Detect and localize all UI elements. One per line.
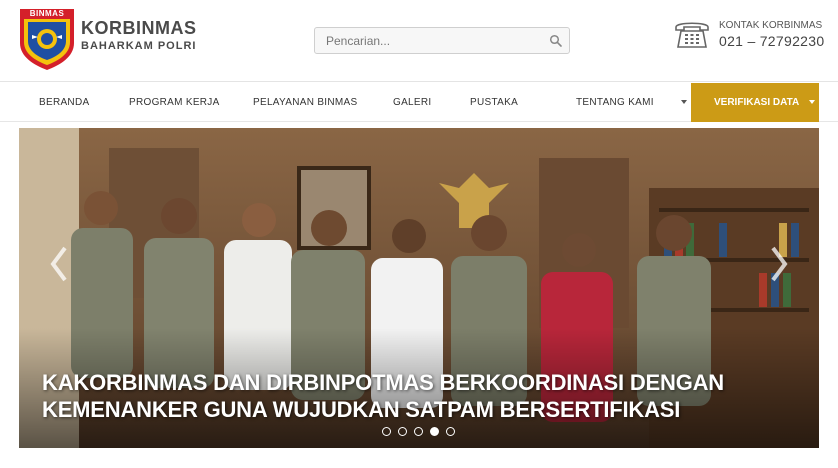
nav-item-beranda[interactable]: BERANDA xyxy=(39,83,89,122)
hero-slider[interactable]: KAKORBINMAS DAN DIRBINPOTMAS BERKOORDINA… xyxy=(19,128,819,448)
slide-caption[interactable]: KAKORBINMAS DAN DIRBINPOTMAS BERKOORDINA… xyxy=(42,369,782,423)
nav-item-galeri[interactable]: GALERI xyxy=(393,83,431,122)
slide-caption-line: KEMENANKER GUNA WUJUDKAN SATPAM BERSERTI… xyxy=(42,397,681,422)
binmas-logo[interactable]: BINMAS xyxy=(18,7,76,71)
site-title[interactable]: KORBINMAS xyxy=(81,18,197,39)
search-icon[interactable] xyxy=(549,34,563,48)
slide-indicator-dot[interactable] xyxy=(382,427,391,436)
chevron-left-icon[interactable] xyxy=(47,244,71,284)
contact-label: KONTAK KORBINMAS xyxy=(719,20,823,31)
chevron-down-icon xyxy=(809,100,815,104)
nav-item-tentang-kami[interactable]: TENTANG KAMI xyxy=(576,83,654,122)
verifikasi-data-label: VERIFIKASI DATA xyxy=(714,97,800,108)
main-nav: BERANDA PROGRAM KERJA PELAYANAN BINMAS G… xyxy=(0,83,838,122)
nav-item-pelayanan-binmas[interactable]: PELAYANAN BINMAS xyxy=(253,83,357,122)
contact-phone[interactable]: 021 – 72792230 xyxy=(719,33,824,49)
slide-indicator-dot[interactable] xyxy=(414,427,423,436)
verifikasi-data-button[interactable]: VERIFIKASI DATA xyxy=(691,83,819,122)
search-input[interactable] xyxy=(315,28,541,53)
chevron-right-icon[interactable] xyxy=(767,244,791,284)
chevron-down-icon[interactable] xyxy=(681,100,687,104)
slide-caption-line: KAKORBINMAS DAN DIRBINPOTMAS BERKOORDINA… xyxy=(42,370,724,395)
site-subtitle: BAHARKAM POLRI xyxy=(81,40,197,52)
slide-indicator-dot[interactable] xyxy=(430,427,439,436)
nav-item-program-kerja[interactable]: PROGRAM KERJA xyxy=(129,83,220,122)
slide-indicator-dot[interactable] xyxy=(446,427,455,436)
logo-text: BINMAS xyxy=(29,9,65,18)
slide-indicator-dot[interactable] xyxy=(398,427,407,436)
nav-item-pustaka[interactable]: PUSTAKA xyxy=(470,83,518,122)
search-box xyxy=(314,27,570,54)
site-header: BINMAS KORBINMAS BAHARKAM POLRI KONTAK K… xyxy=(0,0,838,82)
telephone-icon xyxy=(674,19,710,49)
